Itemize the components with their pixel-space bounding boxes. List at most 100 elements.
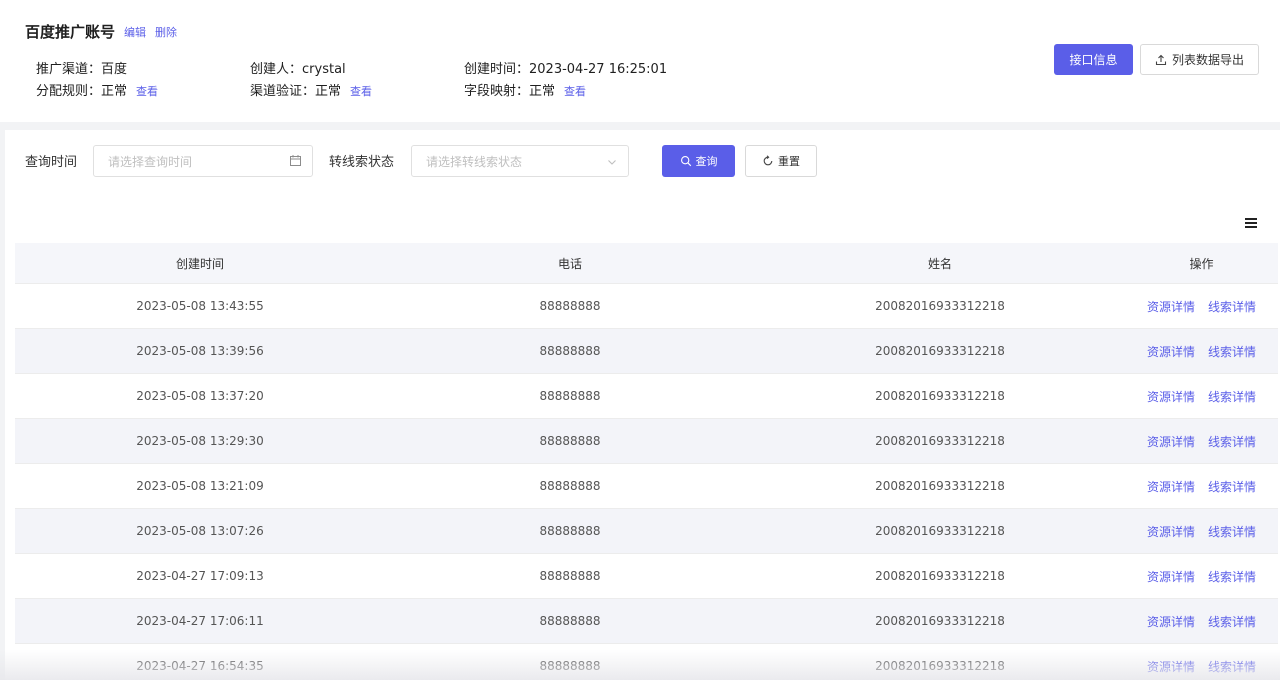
delete-link[interactable]: 删除 [155,24,177,40]
cell-phone: 88888888 [539,614,601,628]
table-row: 2023-05-08 13:39:56 88888888 2008201693331… [15,329,1278,374]
column-header-actions: 操作 [1189,256,1214,271]
channel-value: 百度 [101,62,128,77]
api-info-button[interactable]: 接口信息 [1054,44,1133,75]
resource-detail-link[interactable]: 资源详情 [1147,388,1195,405]
cell-created-time: 2023-04-27 17:09:13 [136,569,264,583]
cell-actions: 资源详情 线索详情 [1125,388,1278,405]
column-header-phone: 电话 [557,256,582,271]
verify-value: 正常 [315,84,342,99]
cell-created-time: 2023-05-08 13:37:20 [136,389,264,403]
rule-info: 分配规则：正常 查看 [36,80,158,99]
status-filter-label: 转线索状态 [329,155,395,170]
table-row: 2023-04-27 16:54:35 88888888 2008201693331… [15,644,1278,680]
lead-detail-link[interactable]: 线索详情 [1208,388,1256,405]
resource-detail-link[interactable]: 资源详情 [1147,523,1195,540]
lead-detail-link[interactable]: 线索详情 [1208,298,1256,315]
cell-name: 20082016933312218 [875,659,1005,673]
title-row: 百度推广账号 编辑 删除 [25,21,177,42]
table-body: 2023-05-08 13:43:55 88888888 2008201693331… [15,284,1278,680]
cell-name: 20082016933312218 [875,299,1005,313]
lead-detail-link[interactable]: 线索详情 [1208,568,1256,585]
cell-actions: 资源详情 线索详情 [1125,433,1278,450]
account-header: 百度推广账号 编辑 删除 推广渠道：百度 创建人：crystal 创建时间：20… [0,0,1280,122]
table-row: 2023-05-08 13:37:20 88888888 2008201693331… [15,374,1278,419]
mapping-info: 字段映射：正常 查看 [464,80,586,99]
lead-detail-link[interactable]: 线索详情 [1208,658,1256,675]
reset-button-label: 重置 [778,155,800,168]
export-button[interactable]: 列表数据导出 [1140,44,1259,75]
column-settings-icon[interactable] [1244,216,1258,230]
query-button-label: 查询 [695,155,718,168]
time-filter-input[interactable]: 请选择查询时间 [93,145,313,177]
resource-detail-link[interactable]: 资源详情 [1147,343,1195,360]
lead-detail-link[interactable]: 线索详情 [1208,478,1256,495]
creator-info: 创建人：crystal [250,58,346,77]
lead-detail-link[interactable]: 线索详情 [1208,433,1256,450]
calendar-icon [290,155,301,166]
table-header: 创建时间 电话 姓名 操作 [15,243,1278,284]
chevron-down-icon [608,160,616,165]
created-time-label: 创建时间： [464,62,530,77]
cell-phone: 88888888 [539,569,601,583]
verify-info: 渠道验证：正常 查看 [250,80,372,99]
cell-actions: 资源详情 线索详情 [1125,523,1278,540]
table-row: 2023-05-08 13:07:26 88888888 2008201693331… [15,509,1278,554]
edit-link[interactable]: 编辑 [124,24,146,40]
rule-view-link[interactable]: 查看 [136,85,158,98]
table-row: 2023-05-08 13:29:30 88888888 2008201693331… [15,419,1278,464]
cell-created-time: 2023-04-27 17:06:11 [136,614,264,628]
cell-created-time: 2023-04-27 16:54:35 [136,659,264,673]
cell-phone: 88888888 [539,389,601,403]
resource-detail-link[interactable]: 资源详情 [1147,613,1195,630]
created-time-info: 创建时间：2023-04-27 16:25:01 [464,58,667,77]
verify-label: 渠道验证： [250,84,316,99]
table-row: 2023-05-08 13:21:09 88888888 2008201693331… [15,464,1278,509]
status-filter-placeholder: 请选择转线索状态 [426,154,523,169]
lead-detail-link[interactable]: 线索详情 [1208,343,1256,360]
cell-created-time: 2023-05-08 13:39:56 [136,344,264,358]
verify-view-link[interactable]: 查看 [350,85,372,98]
rule-value: 正常 [101,84,128,99]
channel-info: 推广渠道：百度 [36,58,127,77]
rule-label: 分配规则： [36,84,102,99]
time-filter-placeholder: 请选择查询时间 [108,154,193,169]
mapping-value: 正常 [529,84,556,99]
cell-phone: 88888888 [539,524,601,538]
resource-detail-link[interactable]: 资源详情 [1147,478,1195,495]
search-icon [680,156,691,167]
column-header-created-time: 创建时间 [175,256,224,271]
export-button-label: 列表数据导出 [1171,53,1244,67]
page-title: 百度推广账号 [25,23,116,41]
cell-name: 20082016933312218 [875,344,1005,358]
query-button[interactable]: 查询 [662,145,735,177]
reset-button[interactable]: 重置 [745,145,817,177]
cell-actions: 资源详情 线索详情 [1125,658,1278,675]
lead-detail-link[interactable]: 线索详情 [1208,613,1256,630]
resource-detail-link[interactable]: 资源详情 [1147,568,1195,585]
cell-created-time: 2023-05-08 13:43:55 [136,299,264,313]
table-row: 2023-04-27 17:09:13 88888888 2008201693331… [15,554,1278,599]
cell-name: 20082016933312218 [875,479,1005,493]
cell-created-time: 2023-05-08 13:21:09 [136,479,264,493]
lead-detail-link[interactable]: 线索详情 [1208,523,1256,540]
cell-name: 20082016933312218 [875,569,1005,583]
cell-actions: 资源详情 线索详情 [1125,478,1278,495]
cell-phone: 88888888 [539,434,601,448]
mapping-label: 字段映射： [464,84,530,99]
cell-name: 20082016933312218 [875,614,1005,628]
leads-table: 创建时间 电话 姓名 操作 2023-05-08 13:43:55 8888888… [15,243,1278,680]
cell-created-time: 2023-05-08 13:07:26 [136,524,264,538]
cell-name: 20082016933312218 [875,389,1005,403]
resource-detail-link[interactable]: 资源详情 [1147,298,1195,315]
resource-detail-link[interactable]: 资源详情 [1147,433,1195,450]
creator-label: 创建人： [250,62,303,77]
cell-phone: 88888888 [539,299,601,313]
resource-detail-link[interactable]: 资源详情 [1147,658,1195,675]
status-filter-select[interactable]: 请选择转线索状态 [411,145,629,177]
cell-name: 20082016933312218 [875,434,1005,448]
cell-actions: 资源详情 线索详情 [1125,613,1278,630]
mapping-view-link[interactable]: 查看 [564,85,586,98]
cell-actions: 资源详情 线索详情 [1125,343,1278,360]
info-row-2: 分配规则：正常 查看 渠道验证：正常 查看 字段映射：正常 查看 [0,80,900,100]
